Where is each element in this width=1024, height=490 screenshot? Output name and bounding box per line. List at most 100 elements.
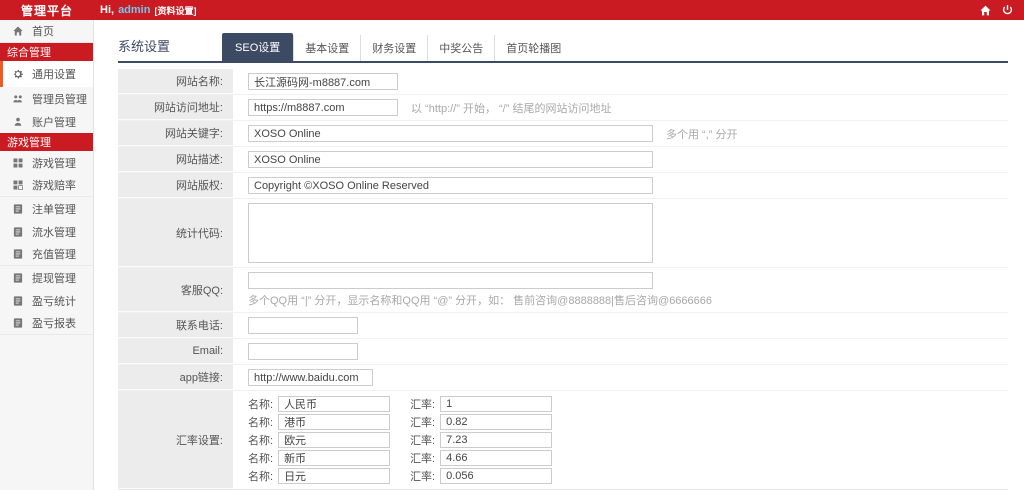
field-label: 汇率设置: xyxy=(118,391,233,489)
exchange-rate-list: 名称: 汇率: 名称: 汇率: 名称: 汇率: xyxy=(233,391,553,489)
field-label: 网站关键字: xyxy=(118,121,233,146)
app-link-input[interactable] xyxy=(248,369,373,386)
rate-name-label: 名称: xyxy=(248,471,274,483)
app-title: 管理平台 xyxy=(20,3,73,18)
rate-name-input[interactable] xyxy=(278,450,391,466)
service-qq-input[interactable] xyxy=(248,272,653,289)
site-name-input[interactable] xyxy=(248,73,398,90)
rate-value-input[interactable] xyxy=(440,450,553,466)
field-label: 客服QQ: xyxy=(118,268,233,312)
site-url-input[interactable] xyxy=(248,99,398,116)
rate-row: 名称: 汇率: xyxy=(248,450,553,466)
rate-name-input[interactable] xyxy=(278,468,391,484)
rate-row: 名称: 汇率: xyxy=(248,396,553,412)
document-icon xyxy=(12,203,24,215)
rate-name-input[interactable] xyxy=(278,432,391,448)
sidebar-item-general-settings[interactable]: 通用设置 xyxy=(0,61,93,87)
field-label: 网站访问地址: xyxy=(118,95,233,120)
rate-value-input[interactable] xyxy=(440,414,553,430)
sidebar-item-label: 游戏赔率 xyxy=(32,180,76,192)
field-label: 联系电话: xyxy=(118,313,233,338)
tab-home-carousel[interactable]: 首页轮播图 xyxy=(494,35,572,61)
rate-row: 名称: 汇率: xyxy=(248,432,553,448)
tab-seo-settings[interactable]: SEO设置 xyxy=(222,33,294,61)
field-label: 网站名称: xyxy=(118,69,233,94)
sidebar-item-account-management[interactable]: 账户管理 xyxy=(0,110,93,133)
rate-value-input[interactable] xyxy=(440,468,553,484)
sidebar-section-general-management: 综合管理 xyxy=(0,43,93,61)
sidebar-item-label: 盈亏统计 xyxy=(32,295,76,308)
tab-basic-settings[interactable]: 基本设置 xyxy=(293,35,360,61)
sidebar-section-game-management: 游戏管理 xyxy=(0,133,93,151)
form-row-site-name: 网站名称: xyxy=(118,69,1008,95)
topbar-actions xyxy=(979,0,1014,20)
sidebar-item-game-management[interactable]: 游戏管理 xyxy=(0,151,93,174)
home-icon[interactable] xyxy=(979,4,992,17)
sidebar-item-label: 通用设置 xyxy=(32,69,76,81)
rate-value-input[interactable] xyxy=(440,396,553,412)
keywords-input[interactable] xyxy=(248,125,653,142)
document-icon xyxy=(12,272,24,284)
rate-value-label: 汇率: xyxy=(410,435,436,447)
field-label: 网站描述: xyxy=(118,147,233,172)
field-label: Email: xyxy=(118,339,233,364)
sidebar-item-profit-stats[interactable]: 盈亏统计 xyxy=(0,289,93,312)
sidebar-item-label: 流水管理 xyxy=(32,226,76,239)
email-input[interactable] xyxy=(248,343,358,360)
form-row-email: Email: xyxy=(118,339,1008,365)
tab-bar: 系统设置 SEO设置 基本设置 财务设置 中奖公告 首页轮播图 xyxy=(118,33,1008,63)
form-row-description: 网站描述: xyxy=(118,147,1008,173)
field-label: 网站版权: xyxy=(118,173,233,198)
sidebar-item-label: 账户管理 xyxy=(32,116,76,129)
form-row-stats-code: 统计代码: xyxy=(118,199,1008,268)
greeting: Hi, admin [资料设置] xyxy=(100,4,196,17)
rate-name-input[interactable] xyxy=(278,396,391,412)
sidebar-item-admin-management[interactable]: 管理员管理 xyxy=(0,87,93,110)
sidebar-item-flow-management[interactable]: 流水管理 xyxy=(0,220,93,243)
tabs: SEO设置 基本设置 财务设置 中奖公告 首页轮播图 xyxy=(222,33,572,61)
profile-settings-link[interactable]: [资料设置] xyxy=(154,4,196,17)
seo-settings-form: 网站名称: 网站访问地址: 以 “http://” 开始， “/” 结尾的网站访… xyxy=(118,69,1008,490)
service-qq-hint: 多个QQ用 “|” 分开，显示名称和QQ用 “@” 分开，如： 售前咨询@888… xyxy=(248,295,713,307)
sidebar-item-recharge-management[interactable]: 充值管理 xyxy=(0,243,93,266)
top-bar: 管理平台 Hi, admin [资料设置] xyxy=(0,0,1024,20)
copyright-input[interactable] xyxy=(248,177,653,194)
rate-name-label: 名称: xyxy=(248,435,274,447)
tab-finance-settings[interactable]: 财务设置 xyxy=(360,35,427,61)
document-icon xyxy=(12,226,24,238)
sidebar-item-profit-report[interactable]: 盈亏报表 xyxy=(0,312,93,335)
odds-grid-icon xyxy=(12,179,24,191)
sidebar-item-game-odds[interactable]: 游戏赔率 xyxy=(0,174,93,197)
document-icon xyxy=(12,317,24,329)
sidebar-item-home[interactable]: 首页 xyxy=(0,20,93,43)
sidebar: 首页 综合管理 通用设置 管理员管理 账户管理 游戏管理 游戏管理 游戏赔率 注… xyxy=(0,20,94,490)
rate-name-label: 名称: xyxy=(248,399,274,411)
form-row-keywords: 网站关键字: 多个用 “,” 分开 xyxy=(118,121,1008,147)
greeting-prefix: Hi, xyxy=(100,4,115,16)
description-input[interactable] xyxy=(248,151,653,168)
rate-name-label: 名称: xyxy=(248,417,274,429)
form-row-site-url: 网站访问地址: 以 “http://” 开始， “/” 结尾的网站访问地址 xyxy=(118,95,1008,121)
gear-icon xyxy=(12,68,24,80)
rate-value-label: 汇率: xyxy=(410,453,436,465)
phone-input[interactable] xyxy=(248,317,358,334)
username-link[interactable]: admin xyxy=(118,4,150,16)
sidebar-item-bet-management[interactable]: 注单管理 xyxy=(0,197,93,220)
sidebar-item-label: 首页 xyxy=(32,26,54,38)
sidebar-item-withdraw-management[interactable]: 提现管理 xyxy=(0,266,93,289)
document-icon xyxy=(12,248,24,260)
sidebar-item-label: 注单管理 xyxy=(32,203,76,216)
sidebar-item-label: 管理员管理 xyxy=(32,93,87,106)
tab-winning-announcement[interactable]: 中奖公告 xyxy=(427,35,494,61)
sidebar-item-label: 游戏管理 xyxy=(32,157,76,170)
rate-value-input[interactable] xyxy=(440,432,553,448)
power-icon[interactable] xyxy=(1001,4,1014,17)
form-row-app-link: app链接: xyxy=(118,365,1008,391)
document-icon xyxy=(12,295,24,307)
main-content: 系统设置 SEO设置 基本设置 财务设置 中奖公告 首页轮播图 网站名称: 网站… xyxy=(95,20,1024,490)
rate-name-input[interactable] xyxy=(278,414,391,430)
form-row-phone: 联系电话: xyxy=(118,313,1008,339)
site-url-hint: 以 “http://” 开始， “/” 结尾的网站访问地址 xyxy=(411,102,612,115)
stats-code-textarea[interactable] xyxy=(248,203,653,263)
rate-row: 名称: 汇率: xyxy=(248,414,553,430)
